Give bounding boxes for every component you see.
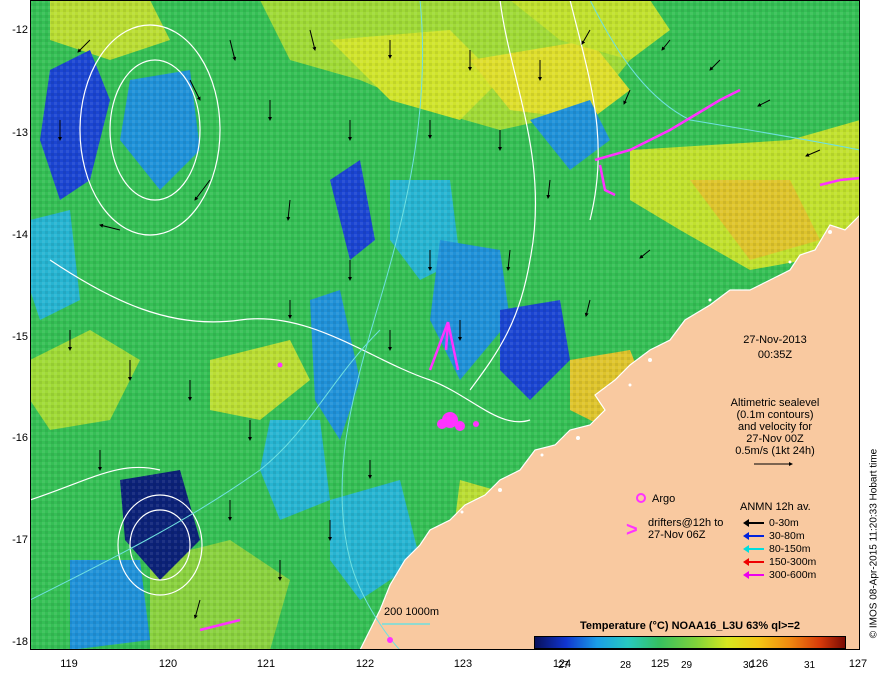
- colorbar-tick-label: 28: [620, 660, 632, 671]
- anmn-legend-label: 150-300m: [769, 556, 817, 568]
- altimetric-caption-5: 0.5m/s (1kt 24h): [735, 445, 815, 457]
- anmn-legend-title: ANMN 12h av.: [740, 501, 811, 513]
- anmn-legend-item: 0-30m: [743, 517, 799, 529]
- colorbar-tick-label: 29: [681, 660, 693, 671]
- map-panel[interactable]: > 27-Nov-2013 00:35Z Altimetric sealevel…: [30, 0, 860, 650]
- latitude-tick-label: -14: [12, 229, 28, 241]
- latitude-tick-label: -16: [12, 432, 28, 444]
- drifters-symbol: >: [626, 519, 638, 541]
- anmn-legend-item: 300-600m: [743, 569, 817, 581]
- drifters-label-1: drifters@12h to: [648, 517, 724, 529]
- longitude-tick-label: 120: [158, 658, 178, 670]
- drifters-label-2: 27-Nov 06Z: [648, 529, 706, 541]
- latitude-tick-label: -12: [12, 24, 28, 36]
- sst-map: >: [30, 0, 860, 650]
- legend-arrow-icon: [743, 558, 764, 567]
- altimetric-caption-4: 27-Nov 00Z: [746, 433, 804, 445]
- altimetric-caption-3: and velocity for: [738, 421, 812, 433]
- latitude-tick-label: -18: [12, 636, 28, 648]
- latitude-tick-label: -17: [12, 534, 28, 546]
- time-label: 00:35Z: [757, 349, 793, 361]
- anmn-legend-item: 30-80m: [743, 530, 805, 542]
- longitude-tick-label: 124: [552, 658, 572, 670]
- colorbar-title: Temperature (°C) NOAA16_L3U 63% ql>=2: [580, 620, 800, 632]
- anmn-legend-item: 80-150m: [743, 543, 811, 555]
- legend-arrow-icon: [743, 545, 764, 554]
- legend-arrow-icon: [743, 532, 764, 541]
- anmn-legend-label: 80-150m: [769, 543, 811, 555]
- legend-arrow-icon: [743, 519, 764, 528]
- anmn-legend-label: 300-600m: [769, 569, 817, 581]
- colorbar-tick-label: 31: [804, 660, 816, 671]
- latitude-tick-label: -13: [12, 127, 28, 139]
- longitude-tick-label: 122: [355, 658, 375, 670]
- date-label: 27-Nov-2013: [743, 334, 807, 346]
- temperature-colorbar: [534, 636, 846, 649]
- legend-arrow-icon: [743, 571, 764, 580]
- argo-label: Argo: [652, 493, 676, 505]
- longitude-tick-label: 125: [650, 658, 670, 670]
- anmn-legend-label: 30-80m: [769, 530, 805, 542]
- longitude-tick-label: 121: [256, 658, 276, 670]
- anmn-legend-item: 150-300m: [743, 556, 817, 568]
- longitude-tick-label: 123: [453, 658, 473, 670]
- isobath-legend-label: 200 1000m: [384, 606, 440, 618]
- credit-text: © IMOS 08-Apr-2015 11:20:33 Hobart time: [868, 448, 880, 639]
- credit-stamp: © IMOS 08-Apr-2015 11:20:33 Hobart time: [869, 428, 880, 668]
- anmn-legend-label: 0-30m: [769, 517, 799, 529]
- longitude-tick-label: 119: [60, 658, 78, 670]
- altimetric-caption-2: (0.1m contours): [736, 409, 814, 421]
- latitude-tick-label: -15: [12, 331, 28, 343]
- altimetric-caption-1: Altimetric sealevel: [730, 397, 820, 409]
- longitude-tick-label: 126: [749, 658, 769, 670]
